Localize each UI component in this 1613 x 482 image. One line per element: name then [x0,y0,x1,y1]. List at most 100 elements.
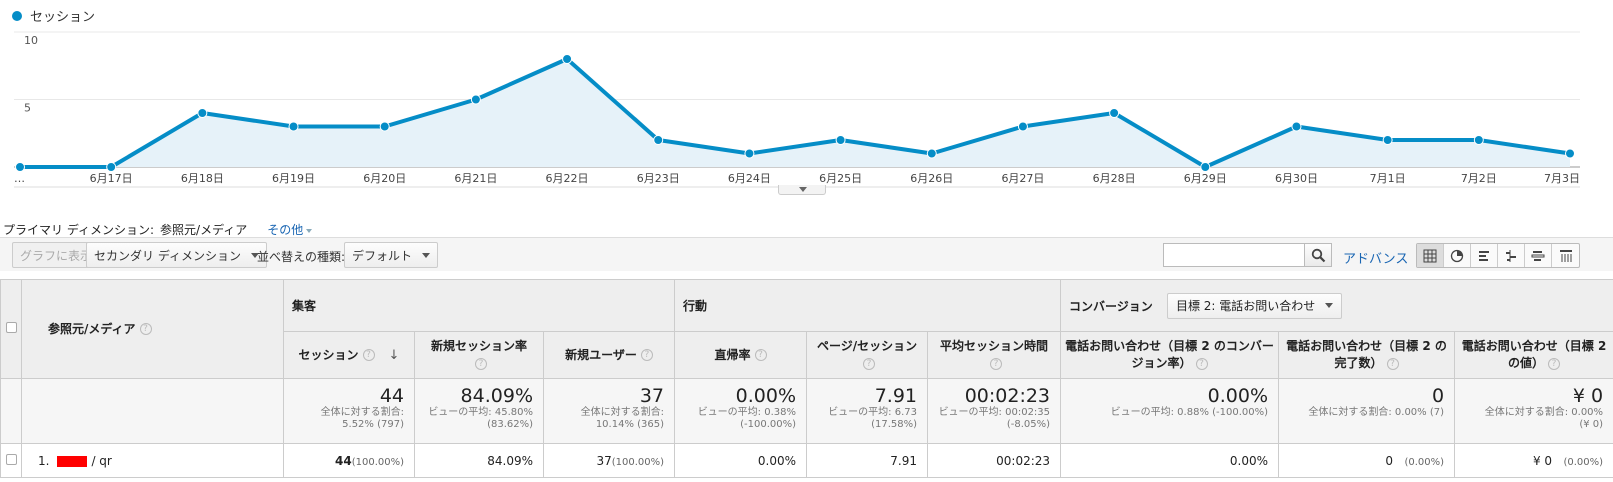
caret-down-icon [306,228,313,233]
chart-expand-handle[interactable] [778,185,826,195]
total-sessions-value: 44 [379,385,404,407]
goal-select-dropdown[interactable]: 目標 2: 電話お問い合わせ [1166,292,1343,319]
view-pie-button[interactable] [1444,244,1471,267]
data-point [1109,108,1120,118]
search-button[interactable] [1305,243,1332,267]
total-goal-value-value: ¥ 0 [1572,385,1604,407]
redacted-block [57,455,88,467]
totals-check-cell [0,378,22,444]
col-new-session-rate-label: 新規セッション率 [430,339,527,353]
x-tick-label: 6月20日 [363,172,406,185]
help-icon[interactable]: ? [475,357,487,370]
help-icon[interactable]: ? [990,357,1003,370]
total-sessions-sub2: 5.52% (797) [342,419,404,430]
total-goal-cvr: 0.00% ビューの平均: 0.88% (-100.00%) [1060,378,1280,444]
group-conversion: コンバージョン 目標 2: 電話お問い合わせ [1060,279,1613,332]
help-icon[interactable]: ? [362,349,375,361]
col-goal-value[interactable]: 電話お問い合わせ（目標 2 の値）? [1454,331,1613,379]
row-avg-duration: 00:02:23 [927,443,1062,478]
col-sessions-label: セッション [298,347,359,362]
help-icon[interactable]: ? [1386,357,1399,370]
select-all-cell [0,279,22,379]
row-goal-cvr: 0.00% [1060,443,1280,478]
row-goal-completions-value: 0 [1385,453,1393,468]
total-pages-per-session: 7.91 ビューの平均: 6.73 (17.58%) [806,378,929,444]
help-icon[interactable]: ? [1548,357,1561,370]
data-point [562,54,573,64]
advanced-filter-link[interactable]: アドバンス [1343,248,1408,267]
help-icon[interactable]: ? [640,349,653,361]
bar-list-icon [1479,250,1489,261]
total-goal-completions-sub1: 全体に対する割合: 0.00% (7) [1308,407,1445,418]
col-new-users[interactable]: 新規ユーザー? [542,331,676,379]
row-goal-completions-pct: (0.00%) [1404,456,1445,468]
total-goal-value-sub2: (¥ 0) [1579,419,1604,430]
x-tick-label: 6月28日 [1093,172,1136,185]
row-checkbox[interactable] [5,453,17,465]
help-icon[interactable]: ? [1195,357,1208,370]
help-icon[interactable]: ? [863,357,876,370]
total-sessions-sub1: 全体に対する割合: [320,407,404,418]
row-check-cell [0,443,22,478]
total-new-session-rate: 84.09% ビューの平均: 45.80% (83.62%) [414,378,544,444]
secondary-dimension-label: セカンダリ ディメンション [94,248,241,263]
row-new-users-value: 37 [596,453,612,468]
col-goal-cvr[interactable]: 電話お問い合わせ（目標 2 のコンバージョン率）? [1060,331,1280,379]
data-point [197,108,208,118]
row-pages-per-session: 7.91 [806,443,929,478]
row-goal-completions: 0 (0.00%) [1278,443,1456,478]
row-index: 1. [38,453,50,468]
sort-type-dropdown[interactable]: デフォルト [344,242,439,268]
chevron-down-icon [1325,303,1334,308]
total-bounce-rate: 0.00% ビューの平均: 0.38% (-100.00%) [674,378,808,444]
primary-dimension-label: プライマリ ディメンション: [3,223,155,237]
row-dimension-value[interactable]: / qr [91,454,111,468]
view-performance-button[interactable] [1471,244,1498,267]
view-term-cloud-button[interactable] [1525,244,1552,267]
row-sessions-pct: (100.00%) [351,456,404,468]
report-table: 参照元/メディア? 集客 行動 コンバージョン 目標 2: 電話お問い合わせ セ… [0,279,1613,478]
data-point [1017,121,1028,132]
select-all-checkbox[interactable] [5,322,17,333]
chevron-down-icon [422,252,431,258]
x-tick-label: 6月21日 [454,172,497,185]
row-new-users-pct: (100.00%) [611,456,665,468]
primary-dimension-other-link[interactable]: その他 [267,221,313,238]
legend-dot-icon [12,10,22,21]
legend-label: セッション [30,10,96,25]
total-bounce-rate-sub2: (-100.00%) [740,419,797,430]
col-avg-duration-label: 平均セッション時間 [940,339,1049,353]
table-view-switcher [1416,243,1580,268]
col-new-session-rate[interactable]: 新規セッション率? [414,331,544,379]
dimension-header[interactable]: 参照元/メディア? [21,279,284,379]
col-avg-duration[interactable]: 平均セッション時間? [927,331,1062,379]
total-new-session-rate-value: 84.09% [460,385,533,407]
help-icon[interactable]: ? [754,349,767,361]
search-icon [1311,248,1326,263]
chart-legend[interactable]: セッション [12,6,95,25]
table-search-input[interactable] [1163,243,1305,267]
x-tick-label: 6月24日 [728,172,771,185]
col-bounce-rate[interactable]: 直帰率? [674,331,808,379]
view-table-button[interactable] [1417,244,1444,267]
col-sessions[interactable]: セッション? ↓ [283,331,415,379]
total-goal-cvr-sub1: ビューの平均: 0.88% (-100.00%) [1110,407,1269,418]
row-goal-value-pct: (0.00%) [1563,456,1604,468]
total-new-users-value: 37 [639,385,665,407]
series-area [20,59,1570,167]
totals-row: 44 全体に対する割合: 5.52% (797) 84.09% ビューの平均: 45.… [0,378,1613,444]
total-pages-per-session-sub1: ビューの平均: 6.73 [828,407,918,418]
secondary-dimension-dropdown[interactable]: セカンダリ ディメンション [86,242,267,268]
view-comparison-button[interactable] [1498,244,1525,267]
pivot-icon [1559,249,1572,262]
term-cloud-icon [1531,250,1545,261]
row-dimension[interactable]: 1. / qr [21,443,284,478]
comparison-icon [1506,249,1516,262]
view-pivot-button[interactable] [1552,244,1579,267]
row-goal-value-value: ¥ 0 [1532,453,1553,468]
col-goal-completions[interactable]: 電話お問い合わせ（目標 2 の完了数）? [1278,331,1456,379]
help-icon[interactable]: ? [139,323,152,335]
x-tick-label: 6月17日 [90,172,133,185]
total-avg-duration-sub1: ビューの平均: 00:02:35 [938,407,1051,418]
col-pages-per-session[interactable]: ページ/セッション? [806,331,929,379]
